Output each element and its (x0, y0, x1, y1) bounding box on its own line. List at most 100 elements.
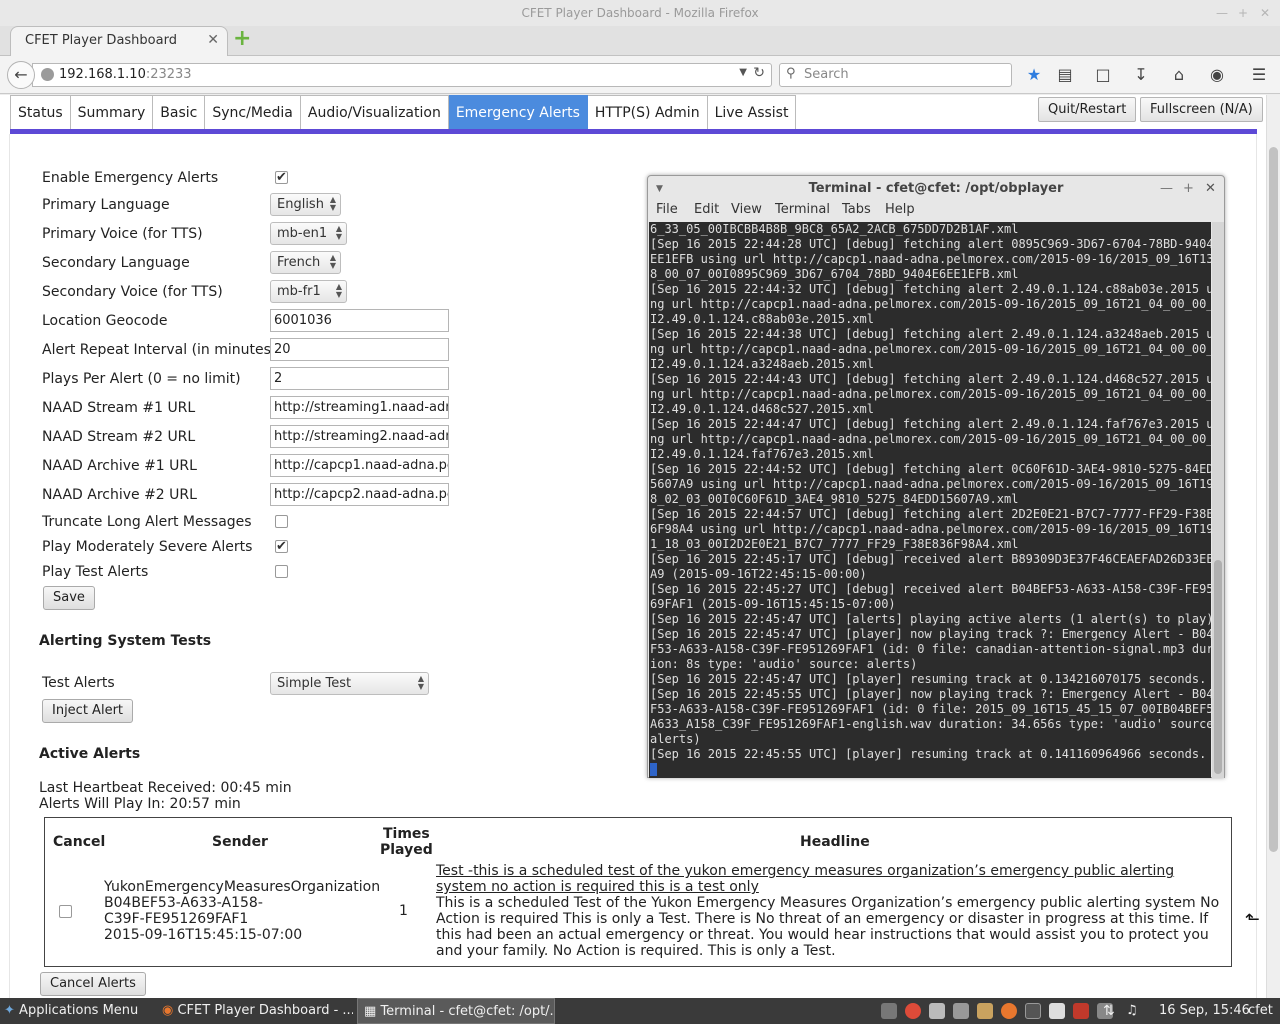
taskbar-user: cfet (1248, 1003, 1273, 1018)
downloads-icon[interactable]: ↧ (1131, 65, 1151, 85)
terminal-menu-tabs[interactable]: Tabs (842, 202, 871, 217)
tray-files-icon[interactable] (953, 1003, 969, 1019)
terminal-maximize-icon[interactable]: + (1183, 176, 1194, 202)
cancel-alert-checkbox[interactable] (59, 905, 72, 918)
test-type-select[interactable]: Simple Test ▲ ▼ (270, 672, 429, 695)
taskbar-clock[interactable]: 16 Sep, 15:46 (1159, 998, 1250, 1024)
applications-menu-button[interactable]: ✦ Applications Menu (4, 998, 154, 1024)
terminal-menu-edit[interactable]: Edit (694, 202, 719, 217)
inject-alert-button[interactable]: Inject Alert (42, 699, 134, 723)
cancel-alerts-button[interactable]: Cancel Alerts (40, 972, 146, 996)
moderate-alerts-checkbox[interactable]: ✔ (275, 540, 288, 553)
secondary-voice-label: Secondary Voice (for TTS) (42, 284, 223, 300)
terminal-output[interactable]: 6_33_05_00IBCBB4B8B_9BC8_65A2_2ACB_675DD… (649, 222, 1211, 778)
tab-live-assist[interactable]: Live Assist (707, 95, 797, 130)
secondary-voice-select[interactable]: mb-fr1 ▲ ▼ (270, 280, 347, 303)
terminal-line: 8_02_03_00I0C60F61D_3AE4_9810_5275_84EDD… (650, 492, 1019, 506)
page-scrollbar[interactable] (1266, 95, 1280, 998)
tray-firefox-icon[interactable] (1001, 1003, 1017, 1019)
tab-audio-visualization[interactable]: Audio/Visualization (300, 95, 449, 130)
volume-icon[interactable]: ♫ (1126, 998, 1142, 1024)
site-identity-icon[interactable] (41, 68, 54, 81)
tab-sync-media[interactable]: Sync/Media (205, 95, 301, 130)
hamburger-menu-icon[interactable]: ☰ (1249, 65, 1269, 85)
primary-voice-select[interactable]: mb-en1 ▲ ▼ (270, 222, 347, 245)
terminal-titlebar[interactable]: ▼ Terminal - cfet@cfet: /opt/obplayer — … (648, 176, 1224, 202)
url-host: 192.168.1.10 (59, 67, 146, 82)
tray-chrome-icon[interactable] (905, 1003, 921, 1019)
terminal-task-label: Terminal - cfet@cfet: /opt/... (380, 1004, 555, 1019)
repeat-interval-label: Alert Repeat Interval (in minutes) (42, 342, 277, 358)
tray-recorder-icon[interactable] (1073, 1003, 1089, 1019)
headline-link[interactable]: Test -this is a scheduled test of the yu… (436, 863, 1221, 895)
sender-timestamp: 2015-09-16T15:45:15-07:00 (104, 927, 303, 943)
select-arrows-icon: ▲ ▼ (329, 195, 336, 212)
terminal-menu-help[interactable]: Help (885, 202, 915, 217)
repeat-interval-input[interactable]: 20 (270, 338, 449, 361)
window-titlebar: CFET Player Dashboard - Mozilla Firefox … (0, 0, 1280, 26)
close-tab-icon[interactable]: ✕ (207, 32, 219, 48)
fullscreen-button[interactable]: Fullscreen (N/A) (1140, 97, 1263, 122)
archive2-input[interactable]: http://capcp2.naad-adna.pel (270, 483, 449, 506)
stream1-input[interactable]: http://streaming1.naad-adna (270, 396, 449, 419)
search-input[interactable]: ⚲ Search (779, 63, 1012, 87)
stream2-input[interactable]: http://streaming2.naad-adna (270, 425, 449, 448)
terminal-minimize-icon[interactable]: — (1160, 176, 1173, 202)
tab-emergency-alerts[interactable]: Emergency Alerts (448, 95, 588, 130)
navigation-toolbar: 192.168.1.10:23233 ▼ ↻ ← ⚲ Search ★ ▤ □ … (0, 56, 1280, 94)
url-bar[interactable]: 192.168.1.10:23233 ▼ ↻ (32, 63, 772, 87)
url-history-dropdown-icon[interactable]: ▼ (739, 67, 747, 78)
minimize-icon[interactable]: — (1216, 0, 1228, 26)
maximize-icon[interactable]: + (1238, 0, 1248, 26)
terminal-menu-file[interactable]: File (656, 202, 678, 217)
save-button[interactable]: Save (43, 586, 95, 610)
tab-https-admin[interactable]: HTTP(S) Admin (587, 95, 708, 130)
truncate-checkbox[interactable] (275, 515, 288, 528)
window-menu-icon[interactable]: ▼ (656, 176, 663, 202)
network-icon[interactable]: ⇅ (1103, 998, 1119, 1024)
terminal-line: [Sep 16 2015 22:44:43 UTC] [debug] fetch… (650, 372, 1211, 386)
geocode-input[interactable]: 6001036 (270, 309, 449, 332)
terminal-scrollbar[interactable] (1212, 222, 1224, 778)
test-alerts-checkbox[interactable] (275, 565, 288, 578)
reload-icon[interactable]: ↻ (753, 65, 765, 81)
tray-notes-icon[interactable] (1049, 1003, 1065, 1019)
active-alerts-heading: Active Alerts (39, 746, 141, 762)
home-icon[interactable]: ⌂ (1169, 65, 1189, 85)
taskbar-firefox-task[interactable]: ◉ CFET Player Dashboard - ... (158, 998, 353, 1024)
pocket-icon[interactable]: □ (1093, 65, 1113, 85)
quit-restart-button[interactable]: Quit/Restart (1038, 97, 1137, 122)
browser-tab[interactable]: CFET Player Dashboard ✕ (10, 26, 228, 56)
tab-basic[interactable]: Basic (153, 95, 206, 130)
tray-folder-icon[interactable] (977, 1003, 993, 1019)
terminal-scrollbar-thumb[interactable] (1214, 560, 1222, 774)
terminal-menu-view[interactable]: View (731, 202, 762, 217)
page-scrollbar-thumb[interactable] (1269, 147, 1278, 852)
terminal-line: I2.49.0.1.124.c88ab03e.2015.xml (650, 312, 874, 326)
primary-language-select[interactable]: English ▲ ▼ (270, 193, 341, 216)
secondary-language-select[interactable]: French ▲ ▼ (270, 251, 341, 274)
terminal-line: [Sep 16 2015 22:44:32 UTC] [debug] fetch… (650, 282, 1211, 296)
terminal-line: ng url http://capcp1.naad-adna.pelmorex.… (650, 387, 1211, 401)
tray-list-icon[interactable] (881, 1003, 897, 1019)
archive1-input[interactable]: http://capcp1.naad-adna.pel (270, 454, 449, 477)
terminal-close-icon[interactable]: ✕ (1205, 176, 1216, 202)
search-placeholder: Search (804, 67, 849, 82)
new-tab-icon[interactable]: + (233, 28, 253, 50)
enable-alerts-checkbox[interactable]: ✔ (275, 171, 288, 184)
bookmarks-menu-icon[interactable]: ▤ (1055, 65, 1075, 85)
tray-terminal-icon[interactable] (1025, 1003, 1041, 1019)
tab-status[interactable]: Status (10, 95, 71, 130)
moderate-alerts-label: Play Moderately Severe Alerts (42, 539, 253, 555)
terminal-menu-terminal[interactable]: Terminal (775, 202, 830, 217)
tab-summary[interactable]: Summary (70, 95, 154, 130)
chat-icon[interactable]: ◉ (1207, 65, 1227, 85)
close-window-icon[interactable]: ✕ (1260, 0, 1270, 26)
terminal-title: Terminal - cfet@cfet: /opt/obplayer (808, 181, 1064, 196)
bookmark-star-icon[interactable]: ★ (1024, 65, 1044, 85)
archive2-label: NAAD Archive #2 URL (42, 487, 197, 503)
taskbar-terminal-task[interactable]: ▦ Terminal - cfet@cfet: /opt/... (357, 998, 555, 1024)
tray-editor-icon[interactable] (929, 1003, 945, 1019)
plays-per-alert-input[interactable]: 2 (270, 367, 449, 390)
back-button[interactable]: ← (7, 61, 35, 89)
